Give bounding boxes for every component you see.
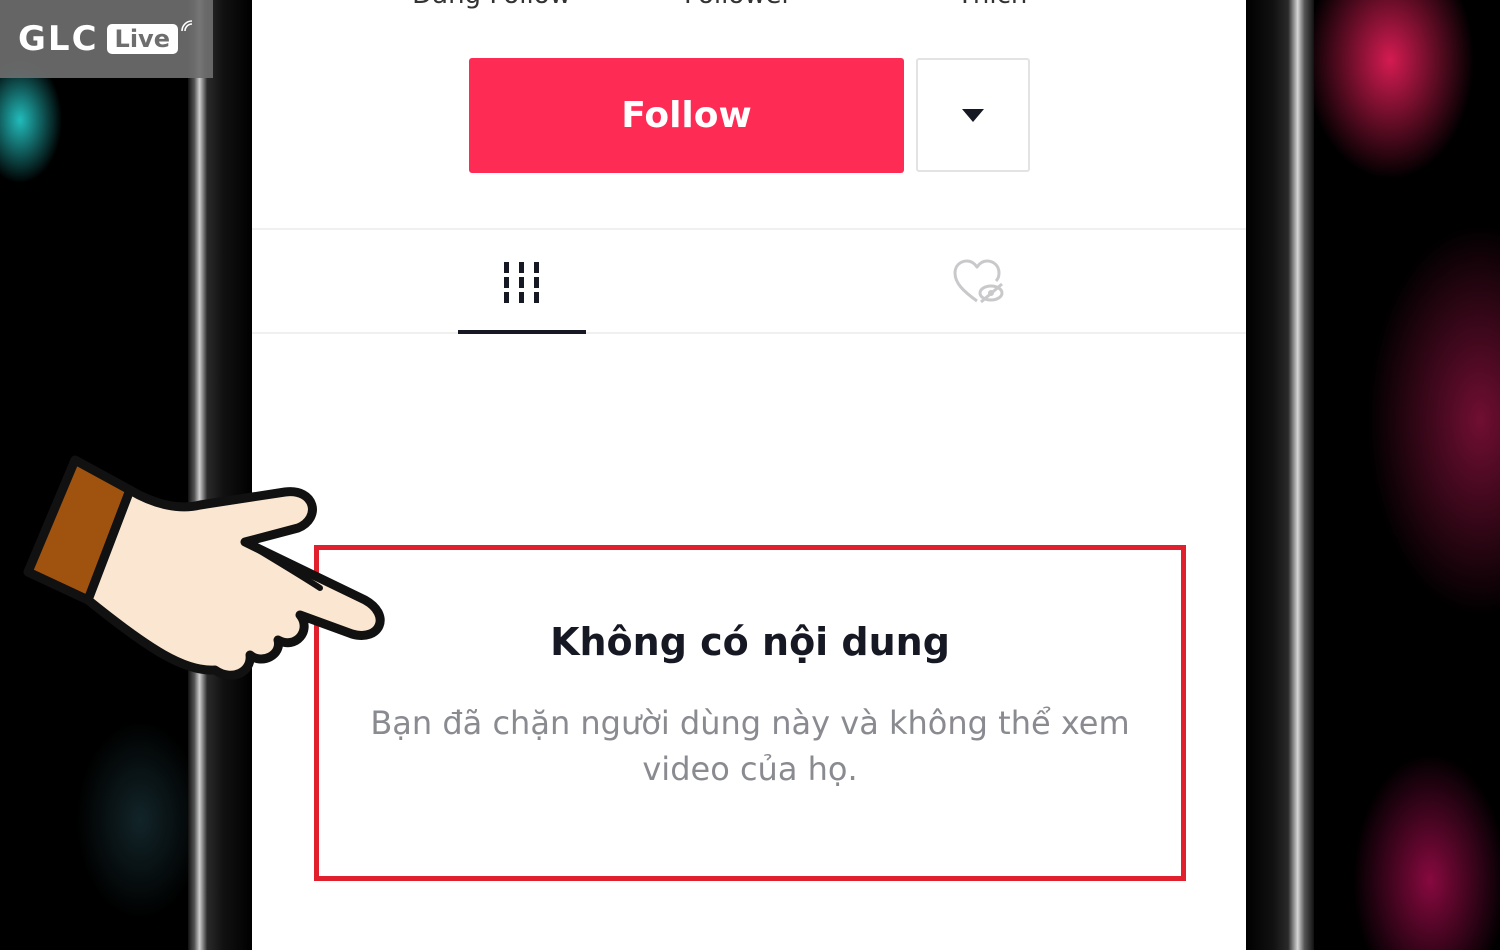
- empty-state-title: Không có nội dung: [550, 620, 950, 664]
- active-tab-indicator: [458, 330, 586, 334]
- tab-liked-videos[interactable]: [915, 230, 1043, 334]
- following-label[interactable]: Đang Follow: [412, 0, 571, 10]
- empty-state-description: Bạn đã chặn người dùng này và không thể …: [370, 704, 1130, 788]
- tab-videos[interactable]: [458, 230, 586, 334]
- blocked-notice-highlight: Không có nội dung Bạn đã chặn người dùng…: [314, 545, 1186, 881]
- follow-button[interactable]: Follow: [469, 58, 904, 173]
- background-right: [1310, 0, 1500, 950]
- pointing-hand-icon: [23, 455, 385, 680]
- follower-label[interactable]: Follower: [684, 0, 792, 10]
- caret-down-icon: [962, 109, 984, 122]
- suggested-accounts-dropdown-button[interactable]: [916, 58, 1030, 172]
- phone-frame-right: [1246, 0, 1314, 950]
- profile-tabs: [252, 228, 1246, 334]
- broadcast-icon: [181, 20, 193, 32]
- logo-brand: GLC: [18, 19, 99, 59]
- hidden-heart-icon: [953, 259, 1004, 304]
- logo-live-tag: Live: [106, 24, 178, 54]
- channel-logo: GLC Live: [0, 0, 213, 78]
- profile-stats: Đang Follow Follower Thích: [252, 0, 1246, 10]
- grid-icon: [504, 262, 539, 303]
- phone-screen: Đang Follow Follower Thích Follow: [252, 0, 1246, 950]
- likes-label: Thích: [957, 0, 1027, 10]
